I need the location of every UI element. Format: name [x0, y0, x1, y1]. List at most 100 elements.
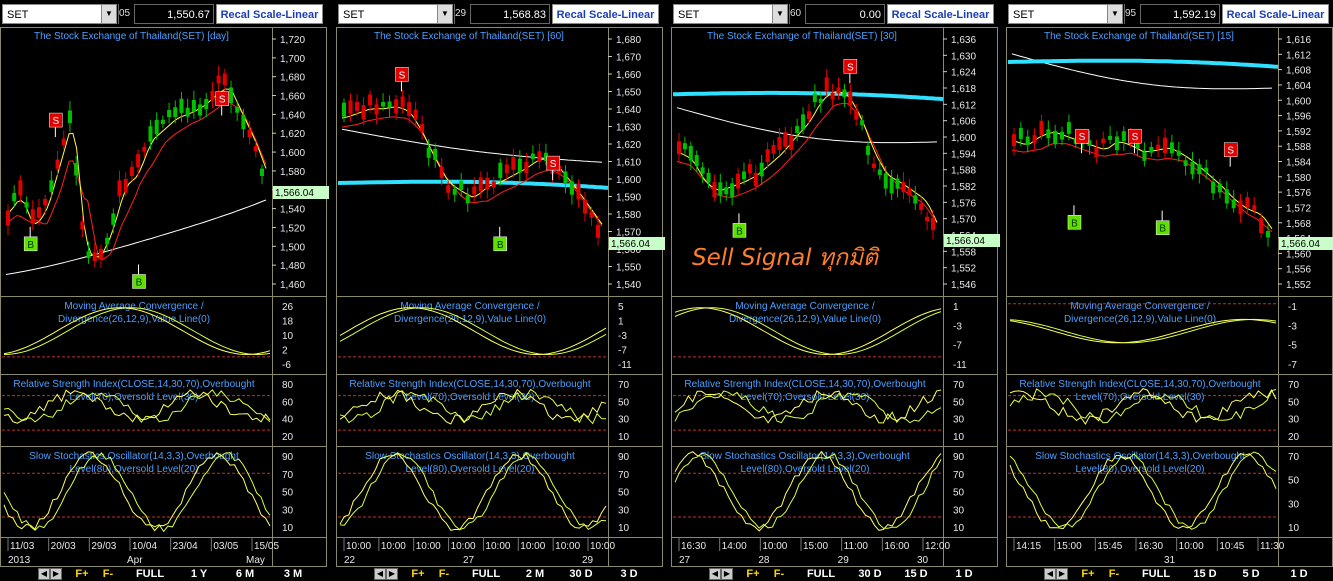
- macd-tick-label: -3: [1288, 321, 1297, 332]
- range-button-f[interactable]: F-: [434, 567, 454, 581]
- x-tick-label: 10:00: [590, 541, 615, 552]
- range-button-15-d[interactable]: 15 D: [896, 567, 936, 581]
- candle: [185, 107, 190, 117]
- candle: [925, 216, 930, 222]
- y-tick-label: 1,540: [280, 205, 305, 216]
- candle: [582, 199, 587, 214]
- candle: [260, 168, 264, 176]
- scroll-right-icon[interactable]: ▶: [386, 568, 398, 580]
- scroll-left-icon[interactable]: ◀: [709, 568, 721, 580]
- y-tick-label: 1,550: [616, 263, 641, 274]
- candle: [700, 167, 705, 174]
- range-button-f[interactable]: F-: [1104, 567, 1124, 581]
- candle: [167, 109, 172, 118]
- candle: [433, 148, 438, 161]
- candle: [694, 155, 699, 167]
- candle: [1169, 142, 1174, 154]
- range-button-f[interactable]: F+: [408, 567, 428, 581]
- candle: [1190, 161, 1195, 175]
- chart-range-bar: ◀ ▶ F+ F- FULL 15 D 5 D 1 D: [1006, 567, 1333, 581]
- candle: [504, 164, 509, 174]
- x-tick-label: 10:00: [485, 541, 510, 552]
- range-button-30-d[interactable]: 30 D: [561, 567, 601, 581]
- candle: [12, 192, 17, 202]
- x-tick-label: 10:00: [346, 541, 371, 552]
- rsi-tick-label: 50: [618, 397, 630, 408]
- range-button-6-m[interactable]: 6 M: [225, 567, 265, 581]
- range-button-1-d[interactable]: 1 D: [941, 567, 987, 581]
- macd-tick-label: -7: [953, 341, 962, 352]
- scroll-right-icon[interactable]: ▶: [50, 568, 62, 580]
- y-tick-label: 1,580: [280, 167, 305, 178]
- range-button-5-d[interactable]: 5 D: [1231, 567, 1271, 581]
- range-button-f[interactable]: F+: [743, 567, 763, 581]
- rsi-tick-label: 30: [953, 415, 965, 426]
- y-tick-label: 1,600: [951, 133, 976, 144]
- chart-range-bar: ◀ ▶ F+ F- FULL 30 D 15 D 1 D: [671, 567, 998, 581]
- candle: [1018, 128, 1023, 139]
- stochastic-tick-label: 30: [282, 505, 294, 516]
- rsi-title: Relative Strength Index(CLOSE,14,30,70),…: [13, 379, 254, 390]
- range-button-1-y[interactable]: 1 Y: [178, 567, 220, 581]
- y-tick-label: 1,582: [951, 182, 976, 193]
- range-button-f[interactable]: F-: [769, 567, 789, 581]
- x-tick-label: 10:00: [1179, 541, 1204, 552]
- range-button-1-d[interactable]: 1 D: [1276, 567, 1322, 581]
- candle: [216, 75, 221, 84]
- rsi-title: Relative Strength Index(CLOSE,14,30,70),…: [1019, 379, 1260, 390]
- scroll-left-icon[interactable]: ◀: [38, 568, 50, 580]
- macd-tick-label: 26: [282, 302, 294, 313]
- range-button-30-d[interactable]: 30 D: [849, 567, 891, 581]
- candle: [355, 101, 360, 111]
- macd-tick-label: -7: [1288, 360, 1297, 371]
- stochastic-tick-label: 30: [618, 505, 630, 516]
- candle: [160, 119, 165, 125]
- stochastic-tick-label: 70: [953, 470, 965, 481]
- candle: [712, 182, 717, 197]
- y-tick-label: 1,680: [616, 35, 641, 46]
- rsi-tick-label: 10: [618, 432, 630, 443]
- macd-tick-label: 18: [282, 317, 294, 328]
- candle: [241, 114, 246, 130]
- candle: [688, 145, 693, 161]
- range-button-full[interactable]: FULL: [466, 567, 506, 581]
- candle: [860, 120, 865, 126]
- y-tick-label: 1,576: [951, 198, 976, 209]
- y-tick-label: 1,592: [1286, 127, 1311, 138]
- range-button-f[interactable]: F+: [1078, 567, 1098, 581]
- range-button-15-d[interactable]: 15 D: [1184, 567, 1226, 581]
- range-button-3-m[interactable]: 3 M: [270, 567, 316, 581]
- candle: [1163, 137, 1168, 154]
- rsi-tick-label: 70: [953, 380, 965, 391]
- scroll-right-icon[interactable]: ▶: [1056, 568, 1068, 580]
- signal-letter: B: [1159, 224, 1166, 235]
- candle: [736, 173, 741, 189]
- chart-canvas: 1,616 1,612 1,608 1,604 1,600 1,596 1,592 1,588…: [1006, 27, 1333, 567]
- candle: [439, 166, 444, 179]
- range-button-f[interactable]: F-: [98, 567, 118, 581]
- candle: [173, 107, 178, 118]
- candle: [204, 99, 209, 110]
- range-button-2-m[interactable]: 2 M: [514, 567, 556, 581]
- scroll-left-icon[interactable]: ◀: [374, 568, 386, 580]
- rsi-tick-label: 50: [1288, 397, 1300, 408]
- range-button-3-d[interactable]: 3 D: [606, 567, 652, 581]
- candle: [67, 110, 72, 124]
- y-tick-label: 1,590: [616, 193, 641, 204]
- candle: [801, 114, 806, 130]
- candle: [105, 237, 110, 245]
- candle: [426, 147, 431, 158]
- candle: [361, 105, 366, 120]
- range-button-f[interactable]: F+: [72, 567, 92, 581]
- stochastic-tick-label: 10: [953, 523, 965, 534]
- candle: [1039, 120, 1044, 136]
- range-button-full[interactable]: FULL: [801, 567, 841, 581]
- range-button-full[interactable]: FULL: [130, 567, 170, 581]
- range-button-full[interactable]: FULL: [1136, 567, 1176, 581]
- y-tick-label: 1,720: [280, 35, 305, 46]
- macd-title: Moving Average Convergence /: [1070, 301, 1210, 312]
- candle: [154, 119, 159, 135]
- scroll-left-icon[interactable]: ◀: [1044, 568, 1056, 580]
- scroll-right-icon[interactable]: ▶: [721, 568, 733, 580]
- candle: [730, 183, 735, 198]
